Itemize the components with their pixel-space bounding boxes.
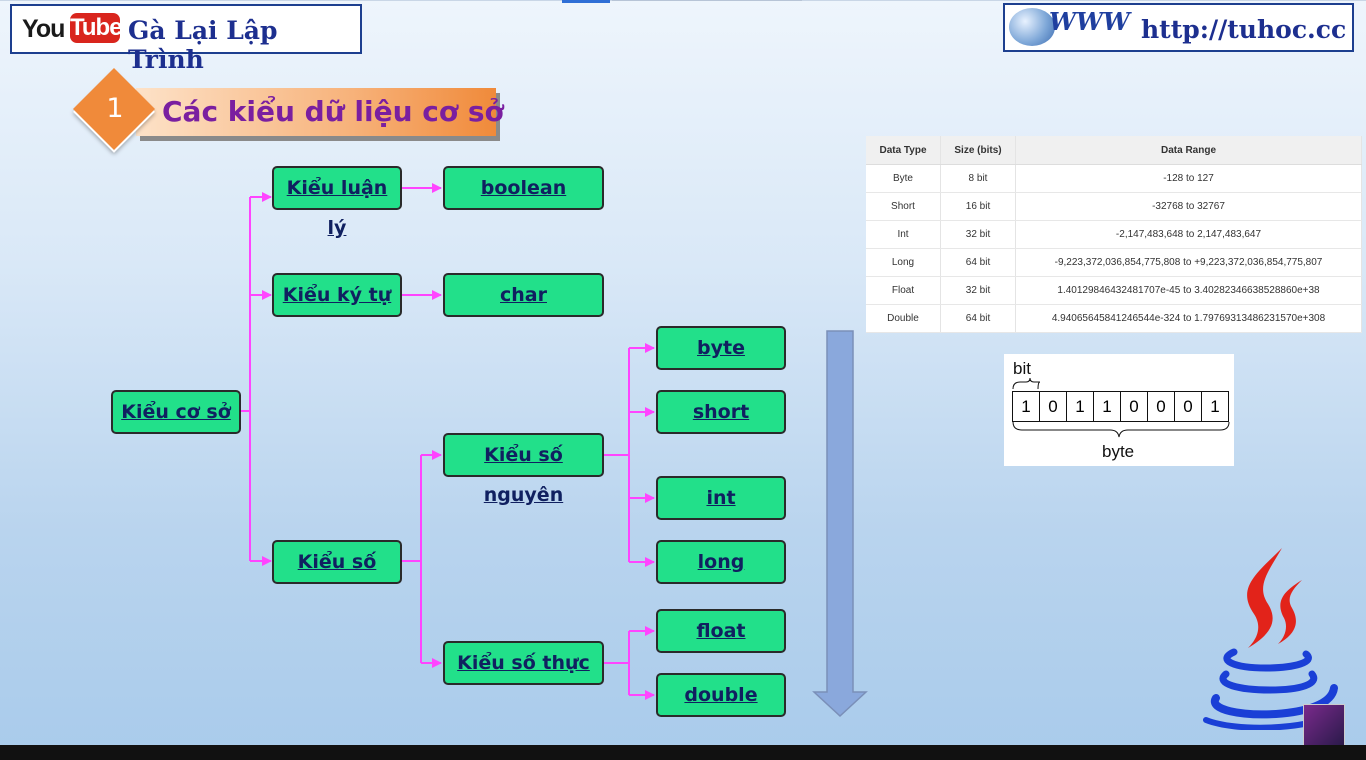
cell-range: -2,147,483,648 to 2,147,483,647 xyxy=(1015,220,1362,249)
bit-cell: 0 xyxy=(1148,392,1175,421)
bit-cell: 1 xyxy=(1067,392,1094,421)
cell-range: -9,223,372,036,854,775,808 to +9,223,372… xyxy=(1015,248,1362,277)
bit-cell: 1 xyxy=(1210,397,1220,416)
byte-label: byte xyxy=(1102,442,1135,461)
node-int: int xyxy=(656,476,786,520)
header-data-type: Data Type xyxy=(866,136,941,165)
cell-type: Int xyxy=(866,220,941,249)
node-long: long xyxy=(656,540,786,584)
cell-size: 32 bit xyxy=(940,276,1016,305)
cell-range: -128 to 127 xyxy=(1015,164,1362,193)
node-boolean: boolean xyxy=(443,166,604,210)
node-kieu-so-thuc: Kiểu số thực xyxy=(443,641,604,685)
node-double: double xyxy=(656,673,786,717)
java-logo-icon xyxy=(1203,548,1339,730)
table-row: Double 64 bit 4.94065645841246544e-324 t… xyxy=(866,304,1362,333)
bit-byte-figure: bit 1 0 1 1 0 0 0 1 byte xyxy=(1004,354,1234,466)
bottom-black-bar xyxy=(0,745,1366,760)
cell-size: 32 bit xyxy=(940,220,1016,249)
cell-type: Double xyxy=(866,304,941,333)
bit-cell: 1 xyxy=(1013,392,1040,421)
bit-cell: 0 xyxy=(1121,392,1148,421)
bit-cell: 0 xyxy=(1040,392,1067,421)
node-kieu-so: Kiểu số xyxy=(272,540,402,584)
cell-size: 8 bit xyxy=(940,164,1016,193)
table-row: Int 32 bit -2,147,483,648 to 2,147,483,6… xyxy=(866,220,1362,249)
cell-size: 16 bit xyxy=(940,192,1016,221)
node-root-kieu-co-so: Kiểu cơ sở xyxy=(111,390,241,434)
cell-range: 4.94065645841246544e-324 to 1.7976931348… xyxy=(1015,304,1362,333)
bit-row: 1 0 1 1 0 0 0 1 xyxy=(1012,391,1229,422)
table-header-row: Data Type Size (bits) Data Range xyxy=(866,136,1362,165)
cell-range: 1.40129846432481707e-45 to 3.40282346638… xyxy=(1015,276,1362,305)
data-type-table: Data Type Size (bits) Data Range Byte 8 … xyxy=(866,136,1362,333)
cell-size: 64 bit xyxy=(940,248,1016,277)
node-char: char xyxy=(443,273,604,317)
table-row: Long 64 bit -9,223,372,036,854,775,808 t… xyxy=(866,248,1362,277)
node-kieu-so-nguyen: Kiểu số nguyên xyxy=(443,433,604,506)
bit-cell: 0 xyxy=(1175,392,1202,421)
cell-size: 64 bit xyxy=(940,304,1016,333)
header-range: Data Range xyxy=(1015,136,1362,165)
table-row: Float 32 bit 1.40129846432481707e-45 to … xyxy=(866,276,1362,305)
cell-type: Float xyxy=(866,276,941,305)
table-row: Short 16 bit -32768 to 32767 xyxy=(866,192,1362,221)
cell-type: Byte xyxy=(866,164,941,193)
cell-type: Long xyxy=(866,248,941,277)
cell-range: -32768 to 32767 xyxy=(1015,192,1362,221)
table-row: Byte 8 bit -128 to 127 xyxy=(866,164,1362,193)
channel-avatar xyxy=(1303,704,1345,746)
header-size: Size (bits) xyxy=(940,136,1016,165)
bit-cell: 1 xyxy=(1094,392,1121,421)
node-kieu-ky-tu: Kiểu ký tự xyxy=(272,273,402,317)
node-short: short xyxy=(656,390,786,434)
node-byte: byte xyxy=(656,326,786,370)
node-float: float xyxy=(656,609,786,653)
node-kieu-luan-ly: Kiểu luận lý xyxy=(272,166,402,239)
cell-type: Short xyxy=(866,192,941,221)
size-order-arrow xyxy=(812,330,868,718)
